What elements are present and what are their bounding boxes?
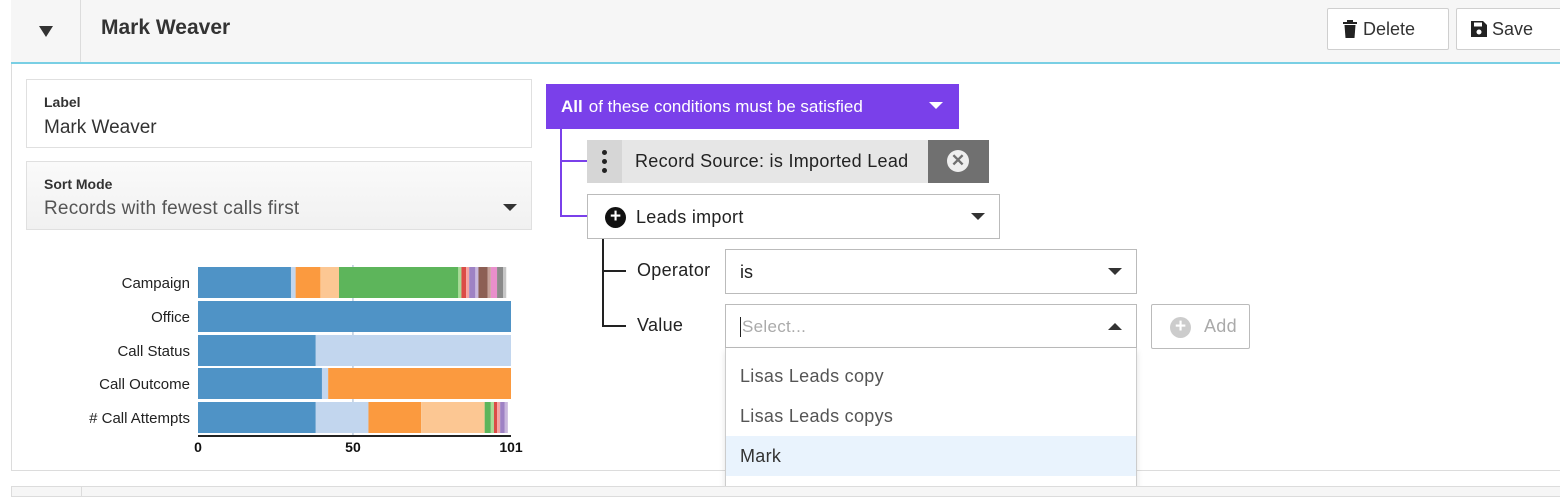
bar-segment[interactable] — [490, 402, 494, 433]
bar-segment[interactable] — [339, 267, 459, 298]
x-tick-label: 50 — [345, 439, 361, 455]
remove-condition-button[interactable]: ✕ — [928, 140, 989, 183]
dropdown-option-highlighted[interactable]: Mark — [726, 436, 1136, 476]
chevron-down-icon — [971, 213, 985, 220]
bar-segment[interactable] — [421, 402, 485, 433]
bar-segment[interactable] — [315, 402, 369, 433]
tree-connector — [560, 215, 588, 217]
bar-segment[interactable] — [321, 368, 329, 399]
operator-select[interactable]: is — [725, 249, 1137, 294]
rule-field-select[interactable]: + Leads import — [587, 194, 1000, 239]
page-title: Mark Weaver — [101, 16, 231, 39]
category-label: Office — [151, 309, 190, 326]
x-tick-label: 101 — [499, 439, 523, 455]
x-tick-label: 0 — [194, 439, 202, 455]
chevron-down-icon — [929, 102, 943, 109]
caret-down-icon — [39, 26, 53, 37]
condition-chip[interactable]: Record Source: is Imported Lead ✕ — [587, 140, 989, 183]
tree-connector — [602, 270, 626, 272]
value-dropdown-menu: Lisas Leads copy Lisas Leads copys Mark … — [725, 348, 1137, 497]
value-placeholder: Select... — [742, 317, 807, 336]
plus-circle-icon: + — [1170, 317, 1191, 338]
dropdown-option[interactable]: Lisas Leads copy — [726, 356, 1136, 396]
text-cursor — [740, 317, 741, 337]
bar-segment[interactable] — [458, 267, 462, 298]
bar-segment[interactable] — [198, 267, 291, 298]
category-label: # Call Attempts — [89, 410, 190, 427]
chevron-down-icon — [503, 204, 517, 211]
bar-segment[interactable] — [198, 368, 322, 399]
delete-button[interactable]: Delete — [1327, 8, 1449, 50]
conditions-header-text: of these conditions must be satisfied — [588, 96, 863, 116]
close-icon: ✕ — [947, 150, 969, 172]
floppy-disk-icon — [1471, 21, 1487, 37]
bar-segment[interactable] — [328, 368, 511, 399]
chevron-down-icon — [1108, 268, 1122, 275]
bar-segment[interactable] — [500, 402, 505, 433]
bar-segment[interactable] — [368, 402, 422, 433]
bar-segment[interactable] — [315, 335, 511, 366]
value-select[interactable]: Select... — [725, 304, 1137, 348]
bar-segment[interactable] — [290, 267, 296, 298]
save-label: Save — [1492, 18, 1534, 39]
bar-segment[interactable] — [475, 267, 479, 298]
label-field[interactable]: Label Mark Weaver — [26, 79, 532, 148]
operator-value: is — [740, 262, 753, 282]
bar-segment[interactable] — [484, 402, 491, 433]
category-label: Campaign — [122, 275, 190, 292]
bar-segment[interactable] — [320, 267, 340, 298]
sort-mode-select[interactable]: Sort Mode Records with fewest calls firs… — [26, 161, 532, 230]
drag-handle-icon[interactable] — [587, 140, 622, 183]
category-label: Call Status — [117, 343, 190, 360]
bar-segment[interactable] — [198, 301, 511, 332]
bar-segment[interactable] — [490, 267, 498, 298]
save-button[interactable]: Save — [1456, 8, 1560, 50]
bar-segment[interactable] — [503, 267, 507, 298]
plus-circle-icon: + — [605, 207, 626, 228]
add-value-button[interactable]: + Add — [1151, 304, 1250, 349]
bar-segment[interactable] — [504, 402, 508, 433]
conditions-mode-select[interactable]: All of these conditions must be satisfie… — [546, 84, 959, 129]
bar-segment[interactable] — [466, 267, 470, 298]
sort-mode-caption: Sort Mode — [44, 176, 113, 192]
add-label: Add — [1204, 316, 1237, 336]
label-caption: Label — [44, 94, 81, 110]
distribution-chart: Campaign Office Call Status Call Outcome # C… — [89, 265, 523, 455]
trash-icon — [1343, 20, 1357, 38]
label-input[interactable]: Mark Weaver — [44, 117, 157, 139]
rule-field-value: Leads import — [636, 207, 744, 227]
bar-segment[interactable] — [487, 267, 491, 298]
category-label: Call Outcome — [99, 376, 190, 393]
bar-segment[interactable] — [198, 402, 316, 433]
chevron-up-icon — [1108, 323, 1122, 330]
bar-segment[interactable] — [461, 267, 467, 298]
conditions-quantifier: All — [561, 96, 583, 116]
bar-segment[interactable] — [295, 267, 321, 298]
bar-segment[interactable] — [497, 267, 504, 298]
tree-connector — [602, 325, 626, 327]
condition-chip-text: Record Source: is Imported Lead — [635, 151, 909, 171]
collapse-toggle[interactable] — [11, 0, 81, 62]
bar-segment[interactable] — [507, 402, 511, 433]
tree-connector — [602, 239, 604, 327]
bar-segment[interactable] — [198, 335, 316, 366]
bar-segment[interactable] — [506, 267, 510, 298]
bar-segment[interactable] — [469, 267, 476, 298]
delete-label: Delete — [1363, 18, 1416, 39]
bar-segment[interactable] — [478, 267, 488, 298]
operator-label: Operator — [637, 260, 711, 280]
tree-connector — [560, 129, 562, 217]
bar-segment[interactable] — [497, 402, 501, 433]
tree-connector — [560, 160, 588, 162]
sort-mode-value: Records with fewest calls first — [44, 198, 300, 219]
collapse-toggle[interactable] — [12, 487, 82, 497]
dropdown-option[interactable]: Lisas Leads copys — [726, 396, 1136, 436]
bar-segment[interactable] — [493, 402, 498, 433]
next-group-panel — [11, 486, 1560, 497]
value-label: Value — [637, 315, 684, 335]
